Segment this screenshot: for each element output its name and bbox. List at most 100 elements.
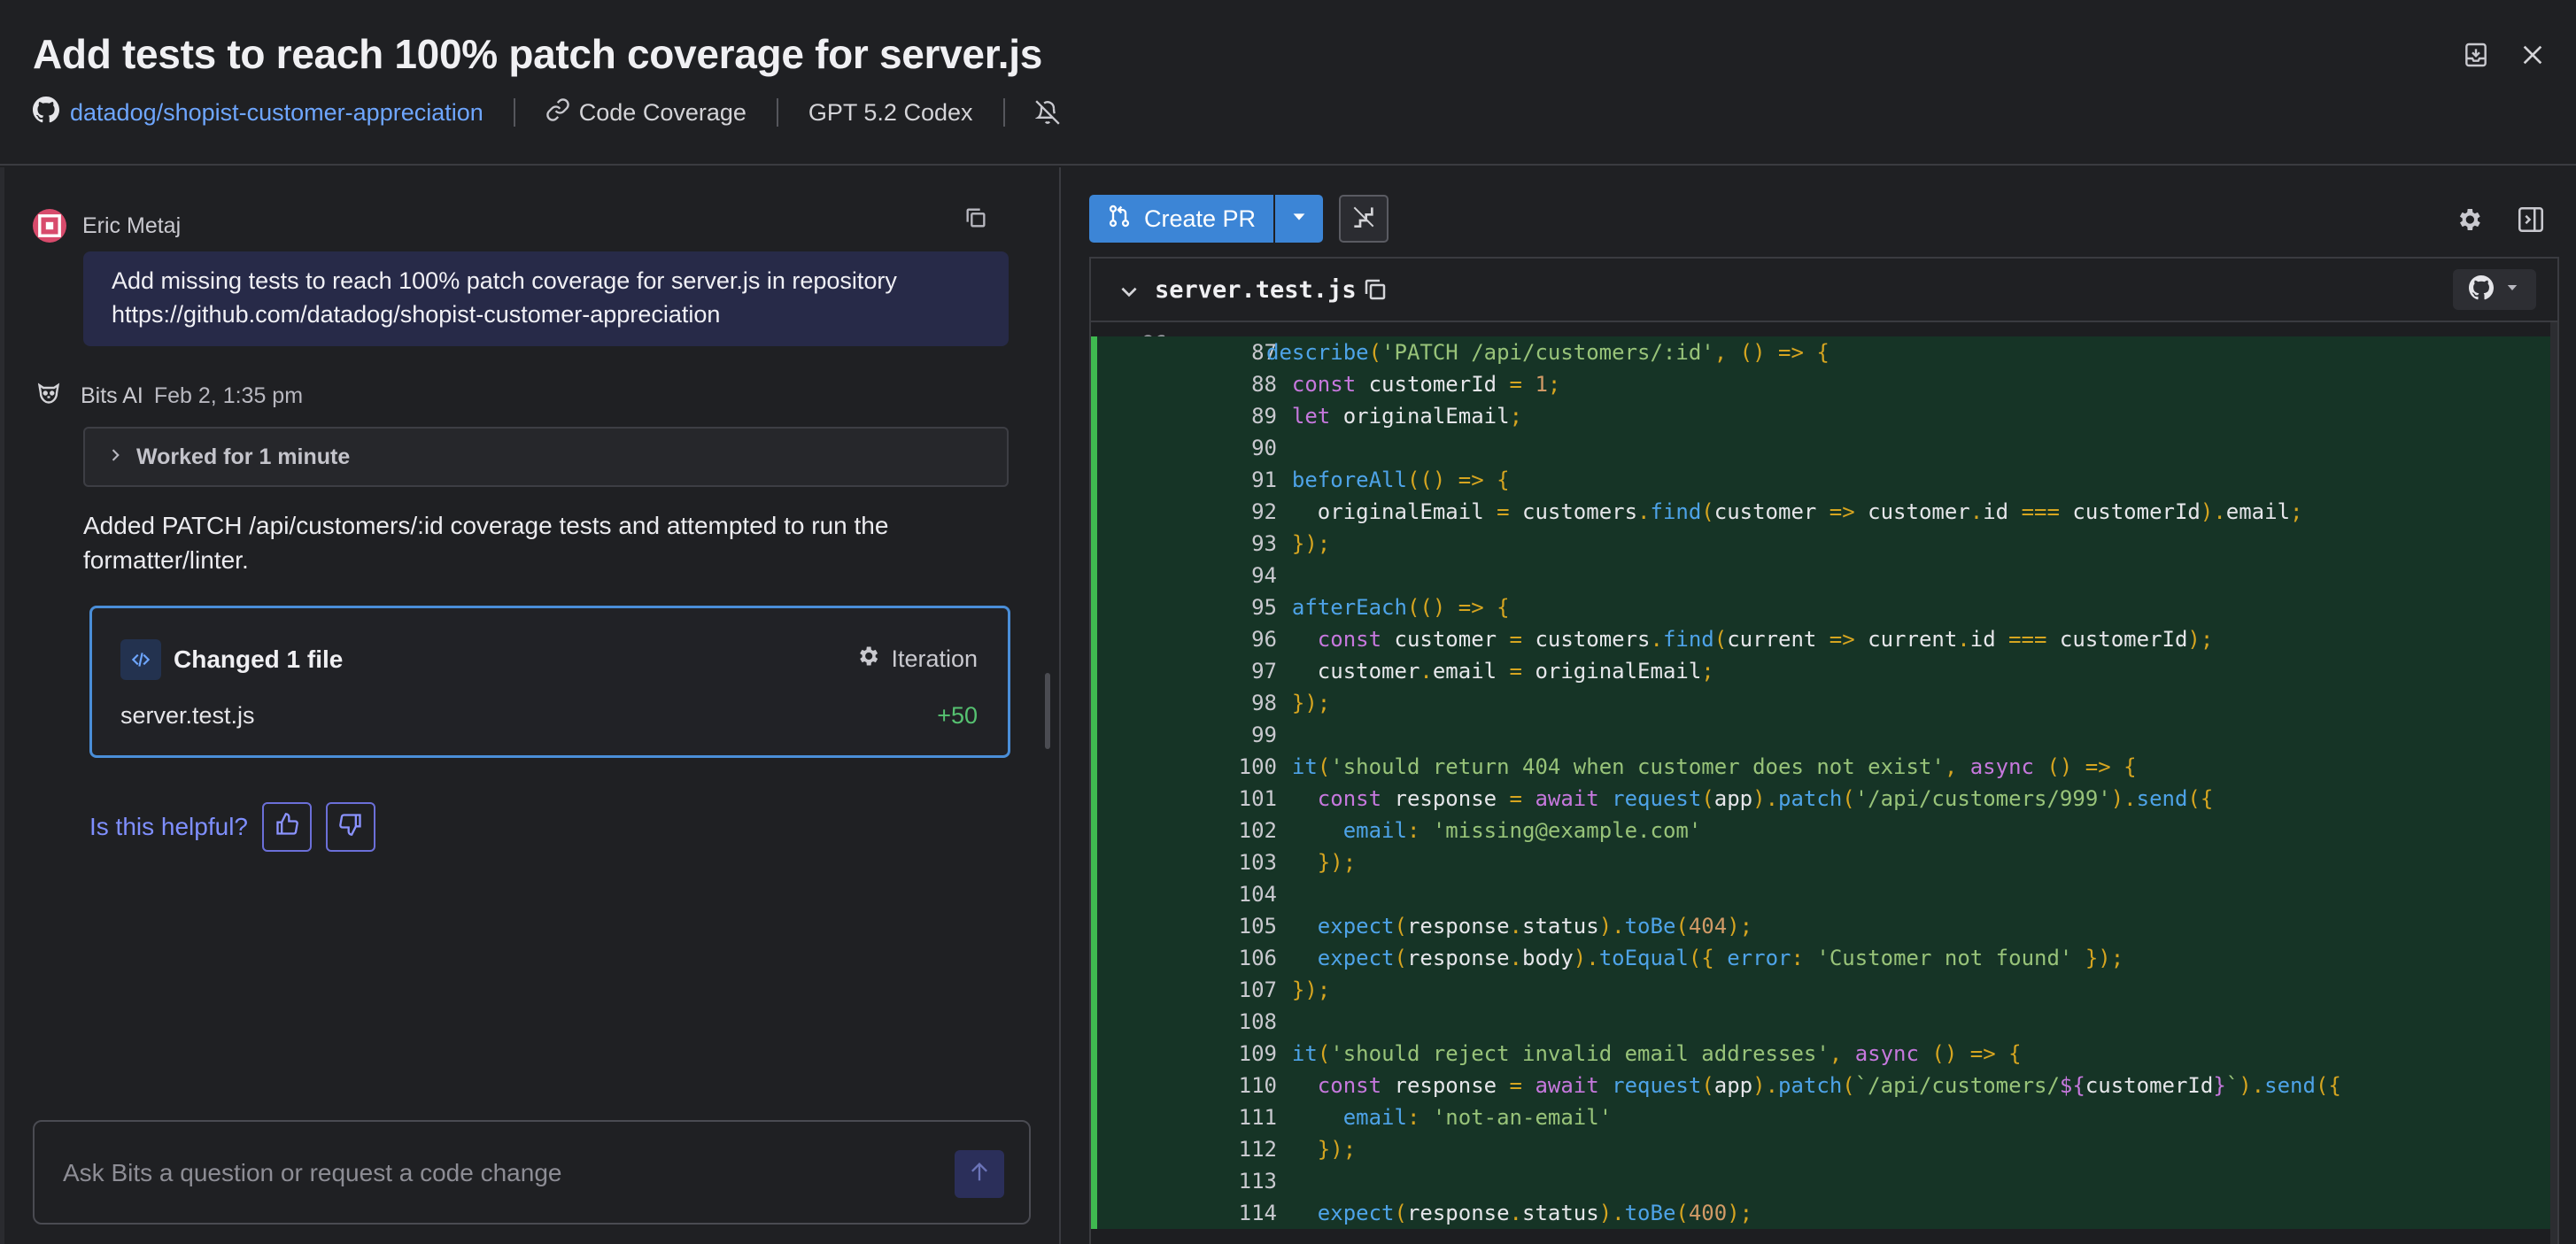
added-code-line: 105 expect(response.status).toBe(404); — [1091, 910, 2557, 942]
added-code-line: 94 — [1091, 560, 2557, 591]
new-line-number: 102 — [1238, 818, 1277, 843]
added-code-line: 93 }); — [1091, 528, 2557, 560]
page-title: Add tests to reach 100% patch coverage f… — [33, 31, 1043, 77]
panel-edge — [0, 167, 4, 1244]
file-diff-header: server.test.js — [1091, 259, 2557, 322]
collapse-panel-icon[interactable] — [2513, 202, 2549, 237]
bot-name: Bits AI — [81, 383, 143, 408]
added-code-line: 95 afterEach(() => { — [1091, 591, 2557, 623]
added-code-line: 97 customer.email = originalEmail; — [1091, 655, 2557, 687]
code-text: afterEach(() => { — [1291, 595, 1510, 620]
diff-file-name: server.test.js — [1155, 276, 1357, 304]
ask-input[interactable] — [63, 1154, 904, 1193]
code-text: expect(response.body).toEqual({ error: '… — [1317, 946, 2124, 970]
added-code-line: 110 const response = await request(app).… — [1091, 1070, 2557, 1101]
code-text: let originalEmail; — [1291, 404, 1523, 429]
github-icon — [33, 96, 59, 129]
new-line-number: 103 — [1238, 850, 1277, 875]
bot-message-header: Bits AI Feb 2, 1:35 pm — [33, 377, 303, 415]
copy-icon[interactable] — [1362, 276, 1389, 307]
settings-gear-icon[interactable] — [2451, 202, 2487, 237]
code-text: email: 'not-an-email' — [1342, 1105, 1613, 1130]
added-code-line: 100 it('should return 404 when customer … — [1091, 751, 2557, 783]
code-scrollbar-thumb[interactable] — [2550, 322, 2557, 1244]
iteration-button[interactable]: Iteration — [855, 644, 978, 675]
archive-icon[interactable] — [2458, 37, 2494, 73]
chat-scrollbar[interactable] — [1045, 673, 1050, 749]
code-text: beforeAll(() => { — [1291, 467, 1510, 492]
new-line-number: 87 — [1251, 340, 1277, 365]
bot-timestamp: Feb 2, 1:35 pm — [153, 383, 304, 408]
diff-tool-button[interactable] — [1339, 195, 1389, 243]
new-line-number: 108 — [1238, 1009, 1277, 1034]
added-code-line: 106 expect(response.body).toEqual({ erro… — [1091, 942, 2557, 974]
github-menu-button[interactable] — [2453, 269, 2536, 310]
code-text: customer.email = originalEmail; — [1266, 659, 1714, 684]
github-icon — [2469, 274, 2494, 305]
added-code-line: 103 }); — [1091, 846, 2557, 878]
thumbs-down-icon — [338, 812, 363, 843]
new-line-number: 107 — [1238, 977, 1277, 1002]
copy-icon[interactable] — [963, 205, 992, 234]
new-line-number: 96 — [1251, 627, 1277, 652]
new-line-number: 90 — [1251, 436, 1277, 460]
bell-off-icon[interactable] — [1034, 100, 1060, 125]
ask-box — [33, 1120, 1031, 1225]
stairs-icon — [1350, 203, 1378, 236]
code-text: }); — [1317, 1137, 1357, 1162]
added-code-line: 89 let originalEmail; — [1091, 400, 2557, 432]
create-pr-dropdown[interactable] — [1275, 195, 1323, 243]
added-code-line: 113 — [1091, 1165, 2557, 1197]
model-label: GPT 5.2 Codex — [808, 98, 973, 126]
added-code-line: 96 const customer = customers.find(curre… — [1091, 623, 2557, 655]
added-code-line: 109 it('should reject invalid email addr… — [1091, 1038, 2557, 1070]
user-message: Add missing tests to reach 100% patch co… — [83, 251, 1009, 346]
thumbs-down-button[interactable] — [326, 802, 375, 852]
code-text: const response = await request(app).patc… — [1317, 1073, 2341, 1098]
code-text: const customer = customers.find(current … — [1317, 627, 2214, 652]
added-code-line: 114 expect(response.status).toBe(400); — [1091, 1197, 2557, 1229]
link-icon — [545, 97, 570, 128]
user-name: Eric Metaj — [82, 212, 182, 238]
meta-divider — [776, 98, 778, 127]
task-header: Add tests to reach 100% patch coverage f… — [0, 0, 2576, 166]
chevron-right-icon — [106, 444, 124, 470]
new-line-number: 93 — [1251, 531, 1277, 556]
repo-link[interactable]: datadog/shopist-customer-appreciation — [33, 96, 483, 129]
create-pr-button[interactable]: Create PR — [1089, 195, 1273, 243]
added-code-line: 92 originalEmail = customers.find(custom… — [1091, 496, 2557, 528]
added-code-line: 98 }); — [1091, 687, 2557, 719]
added-code-line: 112 }); — [1091, 1133, 2557, 1165]
meta-divider — [1002, 98, 1005, 127]
feedback-row: Is this helpful? — [89, 802, 375, 852]
new-line-number: 94 — [1251, 563, 1277, 588]
close-icon[interactable] — [2515, 37, 2550, 73]
added-code-line: 88 const customerId = 1; — [1091, 368, 2557, 400]
changed-file-name[interactable]: server.test.js — [120, 702, 255, 730]
new-line-number: 111 — [1238, 1105, 1277, 1130]
context-line: 86 86 — [1091, 322, 2557, 336]
code-text: }); — [1291, 691, 1331, 715]
code-text: }); — [1291, 531, 1331, 556]
worked-collapsible[interactable]: Worked for 1 minute — [83, 427, 1009, 487]
new-line-number: 98 — [1251, 691, 1277, 715]
added-code-line: 101 const response = await request(app).… — [1091, 783, 2557, 815]
coverage-tag[interactable]: Code Coverage — [545, 97, 746, 128]
code-text: email: 'missing@example.com' — [1342, 818, 1702, 843]
added-code-line: 102 email: 'missing@example.com' — [1091, 815, 2557, 846]
changed-files-card[interactable]: Changed 1 file Iteration server.test.js … — [89, 606, 1010, 758]
send-button[interactable] — [955, 1150, 1004, 1198]
added-code-line: 108 — [1091, 1006, 2557, 1038]
added-code-line: 111 email: 'not-an-email' — [1091, 1101, 2557, 1133]
thumbs-up-button[interactable] — [262, 802, 312, 852]
code-scrollbar[interactable] — [2550, 322, 2557, 1244]
new-line-number: 114 — [1238, 1201, 1277, 1225]
new-line-number: 95 — [1251, 595, 1277, 620]
new-line-number: 99 — [1251, 722, 1277, 747]
code-text: }); — [1291, 977, 1331, 1002]
new-line-number: 105 — [1238, 914, 1277, 939]
iteration-label: Iteration — [891, 645, 978, 672]
chevron-down-icon[interactable] — [1118, 280, 1141, 307]
new-line-number: 113 — [1238, 1169, 1277, 1194]
bot-message: Added PATCH /api/customers/:id coverage … — [83, 512, 889, 574]
